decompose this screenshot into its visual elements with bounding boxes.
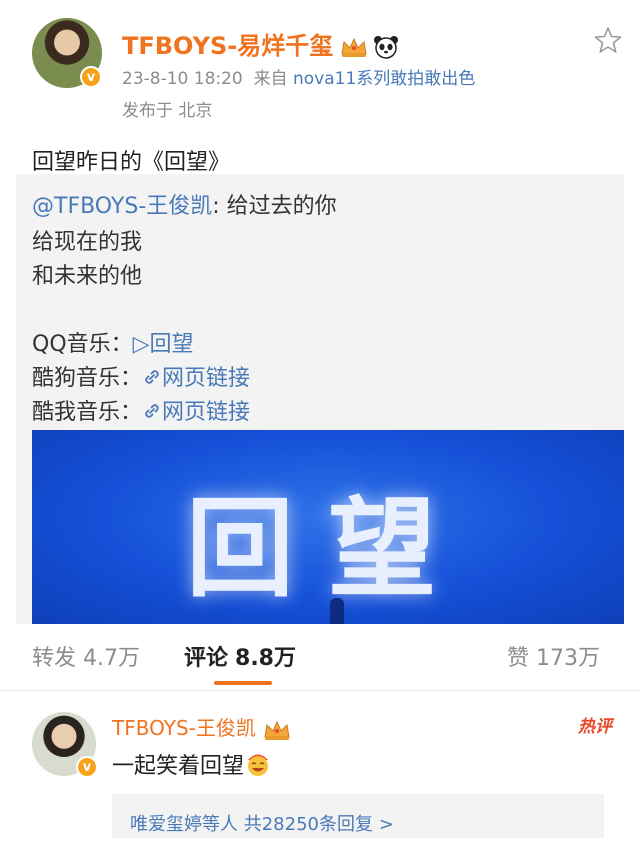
- favorite-star-icon[interactable]: [594, 26, 622, 54]
- hot-comment-badge: 热评: [578, 717, 612, 737]
- kuwo-music-row: 酷我音乐： 网页链接: [32, 394, 250, 426]
- divider: [0, 690, 640, 691]
- kuwo-music-label: 酷我音乐：: [32, 400, 143, 425]
- post-location: 发布于 北京: [122, 101, 213, 121]
- cover-figure: [330, 598, 344, 624]
- comment-count: 8.8万: [235, 646, 296, 671]
- active-tab-indicator: [214, 681, 272, 685]
- commenter-avatar[interactable]: v: [32, 712, 98, 778]
- author-avatar[interactable]: v: [32, 18, 102, 88]
- kugou-music-row: 酷狗音乐： 网页链接: [32, 360, 250, 392]
- comment-text: 一起笑着回望: [112, 754, 245, 779]
- repost-count: 4.7万: [83, 646, 141, 671]
- panda-icon: [374, 36, 399, 59]
- qq-music-link[interactable]: ▷回望: [133, 332, 194, 357]
- verified-badge-icon: v: [76, 756, 98, 778]
- post-meta: 23-8-10 18:20 来自 nova11系列敢拍敢出色: [122, 64, 475, 89]
- repost-line-1-text: : 给过去的你: [212, 194, 337, 219]
- kugou-music-label: 酷狗音乐：: [32, 366, 143, 391]
- comment-tab[interactable]: 评论 8.8万: [184, 640, 296, 672]
- repost-line-3: 和未来的他: [32, 264, 143, 289]
- cover-title: 回望: [185, 487, 470, 612]
- post-text: 回望昨日的《回望》: [32, 150, 231, 175]
- like-tab[interactable]: 赞 173万: [507, 640, 600, 672]
- device-link[interactable]: nova11系列敢拍敢出色: [293, 69, 475, 89]
- author-name-row[interactable]: TFBOYS-易烊千玺: [122, 26, 399, 61]
- crown-icon: [341, 37, 367, 57]
- repost-tab[interactable]: 转发 4.7万: [32, 640, 140, 672]
- mention-link[interactable]: @TFBOYS-王俊凯: [32, 194, 212, 219]
- like-count: 173万: [536, 646, 600, 671]
- like-tab-label: 赞: [506, 646, 529, 671]
- qq-music-row: QQ音乐：▷回望: [32, 326, 194, 358]
- kugou-music-link[interactable]: 网页链接: [162, 366, 250, 391]
- link-icon: [145, 404, 159, 418]
- kuwo-music-link[interactable]: 网页链接: [162, 400, 250, 425]
- crown-icon: [264, 720, 290, 740]
- reply-summary[interactable]: 唯爱玺婷等人 共28250条回复 >: [112, 794, 604, 838]
- qq-music-label: QQ音乐：: [32, 332, 133, 357]
- comment-text-row: 一起笑着回望: [112, 748, 272, 780]
- commenter-name-row[interactable]: TFBOYS-王俊凯: [112, 712, 292, 741]
- reply-summary-text[interactable]: 唯爱玺婷等人 共28250条回复 >: [130, 810, 394, 836]
- repost-tab-label: 转发: [32, 646, 77, 671]
- author-name[interactable]: TFBOYS-易烊千玺: [122, 32, 333, 60]
- album-cover-image[interactable]: 回望: [32, 430, 624, 624]
- verified-badge-icon: v: [80, 66, 102, 88]
- repost-line-2: 给现在的我: [32, 230, 143, 255]
- laughing-emoji-icon: [248, 754, 269, 776]
- link-icon: [145, 370, 159, 384]
- repost-line-1: @TFBOYS-王俊凯: 给过去的你: [32, 188, 337, 220]
- comment-tab-label: 评论: [184, 646, 229, 671]
- commenter-name[interactable]: TFBOYS-王俊凯: [112, 716, 256, 740]
- post-time: 23-8-10 18:20: [122, 69, 243, 89]
- source-prefix: 来自: [253, 69, 288, 89]
